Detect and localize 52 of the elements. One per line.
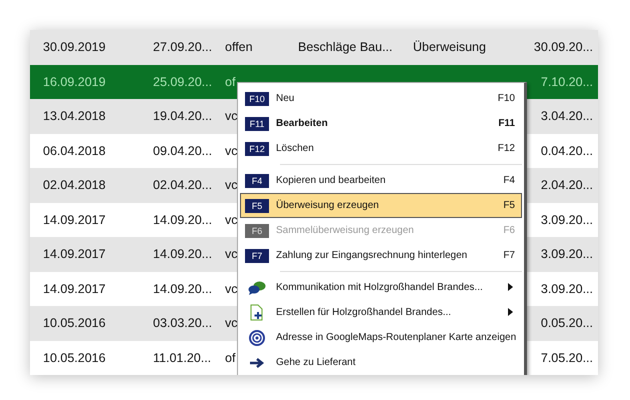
table-cell: 10.05.2016	[43, 316, 106, 330]
table-cell: vc	[225, 212, 238, 227]
table-cell: vc	[225, 282, 238, 296]
table-cell: offen	[225, 40, 253, 54]
table-cell: 30.09.20...	[534, 40, 593, 54]
table-cell: 7.10.20...	[540, 74, 593, 89]
table-cell: 3.09.20...	[540, 212, 593, 227]
key-badge: F4	[245, 174, 269, 188]
shortcut-label: F4	[503, 175, 515, 186]
shortcut-label: F6	[503, 225, 515, 236]
key-badge: F6	[245, 224, 269, 238]
shortcut-label: F7	[503, 250, 515, 261]
table-cell: 0.05.20...	[540, 316, 593, 330]
table-cell: 14.09.20...	[153, 212, 212, 227]
key-badge: F11	[245, 116, 269, 130]
table-cell: 16.09.2019	[43, 74, 106, 89]
key-badge: F10	[245, 92, 269, 106]
table-cell: vc	[225, 144, 238, 158]
table-cell: 2.04.20...	[540, 178, 593, 192]
table-cell: 27.09.20...	[153, 40, 212, 54]
table-cell: 30.09.2019	[43, 40, 106, 54]
key-badge: F12	[245, 142, 269, 156]
table-cell: 02.04.2018	[43, 178, 106, 192]
table-cell: 13.04.2018	[43, 109, 106, 124]
table-cell: 09.04.20...	[153, 144, 212, 158]
table-cell: vc	[225, 247, 238, 262]
table-cell: 3.09.20...	[540, 247, 593, 262]
shortcut-label: F12	[498, 143, 515, 154]
table-cell: 14.09.2017	[43, 282, 106, 296]
table-cell: Überweisung	[413, 40, 486, 54]
table-cell: vc	[225, 316, 238, 330]
table-cell: 14.09.2017	[43, 247, 106, 262]
table-cell: 03.03.20...	[153, 316, 212, 330]
table-cell: 25.09.20...	[153, 74, 212, 89]
key-badge: F5	[245, 198, 269, 212]
table-cell: of	[225, 74, 236, 89]
shortcut-label: F11	[498, 118, 515, 129]
table-cell: 14.09.2017	[43, 212, 106, 227]
table-cell: vc	[225, 178, 238, 192]
table-cell: 19.04.20...	[153, 109, 212, 124]
table-cell: 10.05.2016	[43, 350, 106, 365]
table-cell: 06.04.2018	[43, 144, 106, 158]
table-cell: 3.04.20...	[540, 109, 593, 124]
shortcut-label: F5	[503, 200, 515, 211]
table-cell: 02.04.20...	[153, 178, 212, 192]
table-cell: 14.09.20...	[153, 282, 212, 296]
table-cell: of	[225, 350, 236, 365]
key-badge: F7	[245, 248, 269, 262]
table-cell: 11.01.20...	[153, 350, 212, 365]
table-cell: vc	[225, 109, 238, 124]
table-cell: Beschläge Bau...	[298, 40, 393, 54]
table-cell: 14.09.20...	[153, 247, 212, 262]
